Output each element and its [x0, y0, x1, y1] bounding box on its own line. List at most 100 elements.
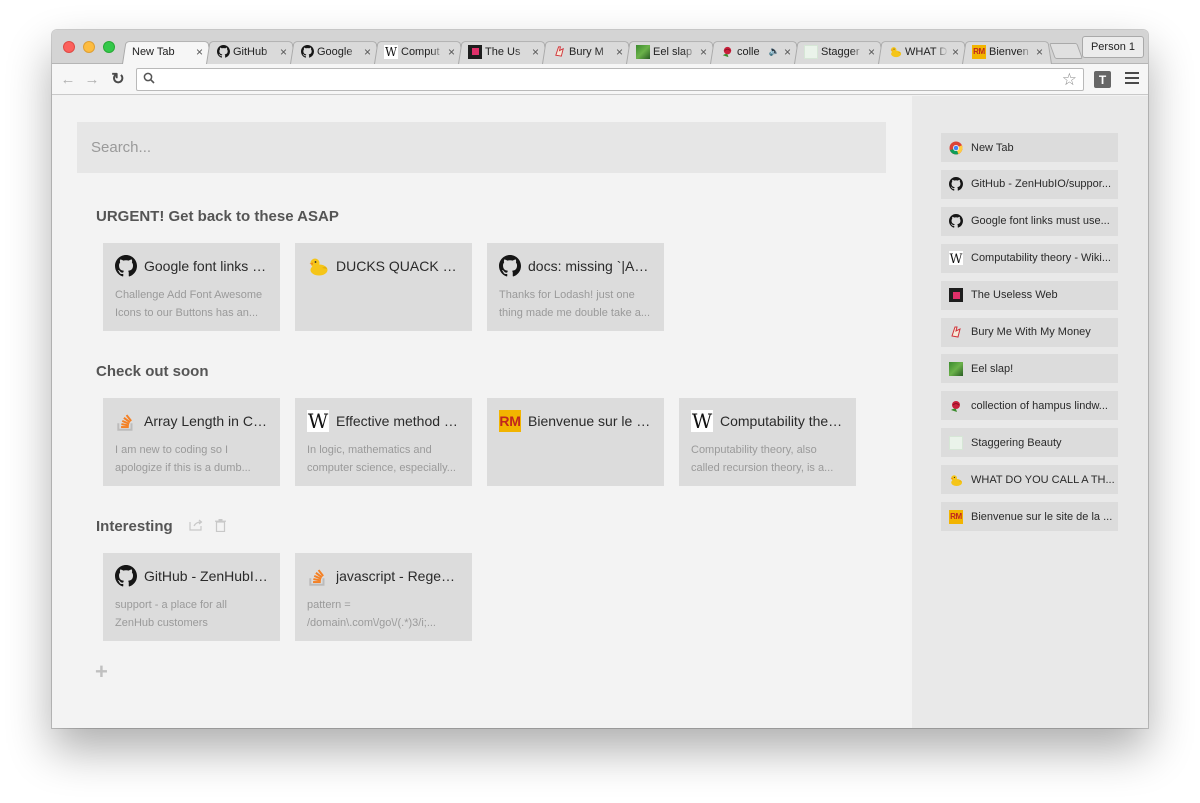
money-icon: [552, 45, 566, 59]
tab-2[interactable]: GitHub ×: [206, 39, 296, 64]
forward-arrow-icon[interactable]: →: [82, 69, 102, 89]
card-description: Thanks for Lodash! just one thing made m…: [499, 289, 651, 319]
tab-card[interactable]: Array Length in C - ... I am new to codin…: [103, 398, 280, 486]
tab-title: New Tab: [132, 45, 175, 58]
tab-card[interactable]: docs: missing `|Arr... Thanks for Lodash!…: [487, 243, 664, 331]
back-arrow-icon[interactable]: ←: [58, 69, 78, 89]
reload-icon[interactable]: ↻: [108, 69, 128, 89]
add-group-button[interactable]: +: [95, 661, 108, 683]
extension-icon[interactable]: T: [1094, 71, 1111, 88]
tab-card[interactable]: Google font links m... Challenge Add Font…: [103, 243, 280, 331]
tab-7[interactable]: Eel slap ×: [626, 39, 716, 64]
tab-card[interactable]: W Effective method - ... In logic, mathema…: [295, 398, 472, 486]
close-window-button[interactable]: [63, 41, 75, 53]
tab-5[interactable]: The Us ×: [458, 39, 548, 64]
duck-icon: [949, 473, 963, 487]
sidebar-tab-label: Computability theory - Wiki...: [971, 252, 1111, 265]
browser-window: New Tab × GitHub × Google × W Comput × The Us × Bur…: [52, 30, 1148, 728]
sidebar-tab-item[interactable]: Google font links must use...: [941, 206, 1118, 236]
tab-title: Bury M: [569, 45, 604, 58]
tab-10[interactable]: WHAT D ×: [878, 39, 968, 64]
card-header: Google font links m...: [115, 255, 268, 277]
staggering-icon: [949, 435, 963, 450]
tab-3[interactable]: Google ×: [290, 39, 380, 64]
group-tools: [189, 518, 238, 535]
close-tab-icon[interactable]: ×: [364, 45, 374, 59]
tab-title: Bienven: [989, 45, 1029, 58]
sidebar-tab-item[interactable]: WHAT DO YOU CALL A TH...: [941, 465, 1118, 495]
sidebar-tab-label: Bury Me With My Money: [971, 326, 1091, 338]
sidebar-tab-label: Bienvenue sur le site de la ...: [971, 510, 1113, 523]
close-tab-icon[interactable]: ×: [280, 45, 290, 59]
wikipedia-icon: W: [691, 409, 713, 433]
tab-title: GitHub: [233, 45, 268, 58]
hamburger-menu-icon[interactable]: [1125, 72, 1139, 86]
sidebar-tab-item[interactable]: GitHub - ZenHubIO/suppor...: [941, 169, 1118, 199]
tab-title: The Us: [485, 45, 521, 58]
share-icon[interactable]: [189, 519, 203, 535]
tab-card[interactable]: GitHub - ZenHubIO/... support - a place f…: [103, 553, 280, 641]
sidebar-tab-item[interactable]: The Useless Web: [941, 280, 1118, 310]
address-bar[interactable]: ☆: [136, 68, 1084, 91]
sidebar-tab-item[interactable]: Bury Me With My Money: [941, 317, 1118, 347]
tab-card[interactable]: W Computability theo... Computability theo…: [679, 398, 856, 486]
card-title: DUCKS QUACK ME ...: [336, 258, 460, 274]
profile-button[interactable]: Person 1: [1081, 36, 1144, 58]
tab-9[interactable]: Stagger ×: [794, 39, 884, 64]
group-title[interactable]: Interesting: [96, 518, 238, 535]
eel-icon: [636, 44, 650, 59]
useless-web-icon: [949, 288, 963, 303]
minimize-window-button[interactable]: [83, 41, 95, 53]
tab-groups-panel: + URGENT! Get back to these ASAP Google f…: [52, 96, 912, 728]
trash-icon[interactable]: [214, 518, 226, 535]
close-tab-icon[interactable]: ×: [700, 45, 710, 59]
tab-card[interactable]: DUCKS QUACK ME ...: [295, 243, 472, 331]
tab-4[interactable]: W Comput ×: [374, 39, 464, 64]
sidebar-tab-label: WHAT DO YOU CALL A TH...: [971, 473, 1115, 486]
github-icon: [115, 255, 137, 277]
sidebar-tab-item[interactable]: collection of hampus lindw...: [941, 391, 1118, 421]
github-icon: [499, 255, 521, 277]
tab-8[interactable]: colle 🔈 ×: [710, 39, 800, 64]
search-input[interactable]: [77, 122, 886, 173]
card-description: I am new to coding so I apologize if thi…: [115, 444, 251, 474]
card-title: Computability theo...: [720, 413, 844, 429]
search-box[interactable]: [77, 122, 886, 173]
address-input[interactable]: [161, 71, 1041, 88]
wikipedia-icon: W: [307, 409, 329, 433]
sidebar-tab-item[interactable]: New Tab: [941, 133, 1118, 162]
sidebar-tab-item[interactable]: Staggering Beauty: [941, 428, 1118, 458]
zoom-window-button[interactable]: [103, 41, 115, 53]
sidebar-tab-item[interactable]: RM Bienvenue sur le site de la ...: [941, 502, 1118, 531]
close-tab-icon[interactable]: ×: [196, 45, 206, 59]
speaker-icon[interactable]: 🔈: [769, 46, 780, 57]
card-title: GitHub - ZenHubIO/...: [144, 568, 268, 584]
group-title[interactable]: URGENT! Get back to these ASAP: [96, 208, 339, 225]
duck-icon: [307, 255, 329, 277]
close-tab-icon[interactable]: ×: [952, 45, 962, 59]
sidebar-tab-item[interactable]: W Computability theory - Wiki...: [941, 243, 1118, 273]
card-description: pattern = /domain\.com\/go\/(.*)3/i;...: [307, 599, 436, 629]
tab-6[interactable]: Bury M ×: [542, 39, 632, 64]
card-header: W Computability theo...: [691, 409, 844, 433]
new-tab-button[interactable]: [1049, 43, 1083, 59]
tab-11[interactable]: RM Bienven ×: [962, 39, 1052, 64]
close-tab-icon[interactable]: ×: [616, 45, 626, 59]
tab-card[interactable]: javascript - Regex fi... pattern = /domai…: [295, 553, 472, 641]
close-tab-icon[interactable]: ×: [868, 45, 878, 59]
group-title-text: Check out soon: [96, 363, 209, 380]
rose-icon: [949, 399, 963, 413]
close-tab-icon[interactable]: ×: [448, 45, 458, 59]
close-tab-icon[interactable]: ×: [784, 45, 794, 59]
sidebar-tab-label: collection of hampus lindw...: [971, 399, 1108, 412]
sidebar-tab-item[interactable]: Eel slap!: [941, 354, 1118, 384]
card-title: docs: missing `|Arr...: [528, 258, 652, 274]
bookmark-star-icon[interactable]: ☆: [1062, 70, 1077, 90]
close-tab-icon[interactable]: ×: [532, 45, 542, 59]
card-header: Array Length in C - ...: [115, 410, 268, 432]
tab-card[interactable]: RM Bienvenue sur le sit...: [487, 398, 664, 486]
tab-1[interactable]: New Tab ×: [122, 39, 212, 64]
group-title[interactable]: Check out soon: [96, 363, 209, 380]
duck-icon: [888, 45, 902, 59]
close-tab-icon[interactable]: ×: [1036, 45, 1046, 59]
